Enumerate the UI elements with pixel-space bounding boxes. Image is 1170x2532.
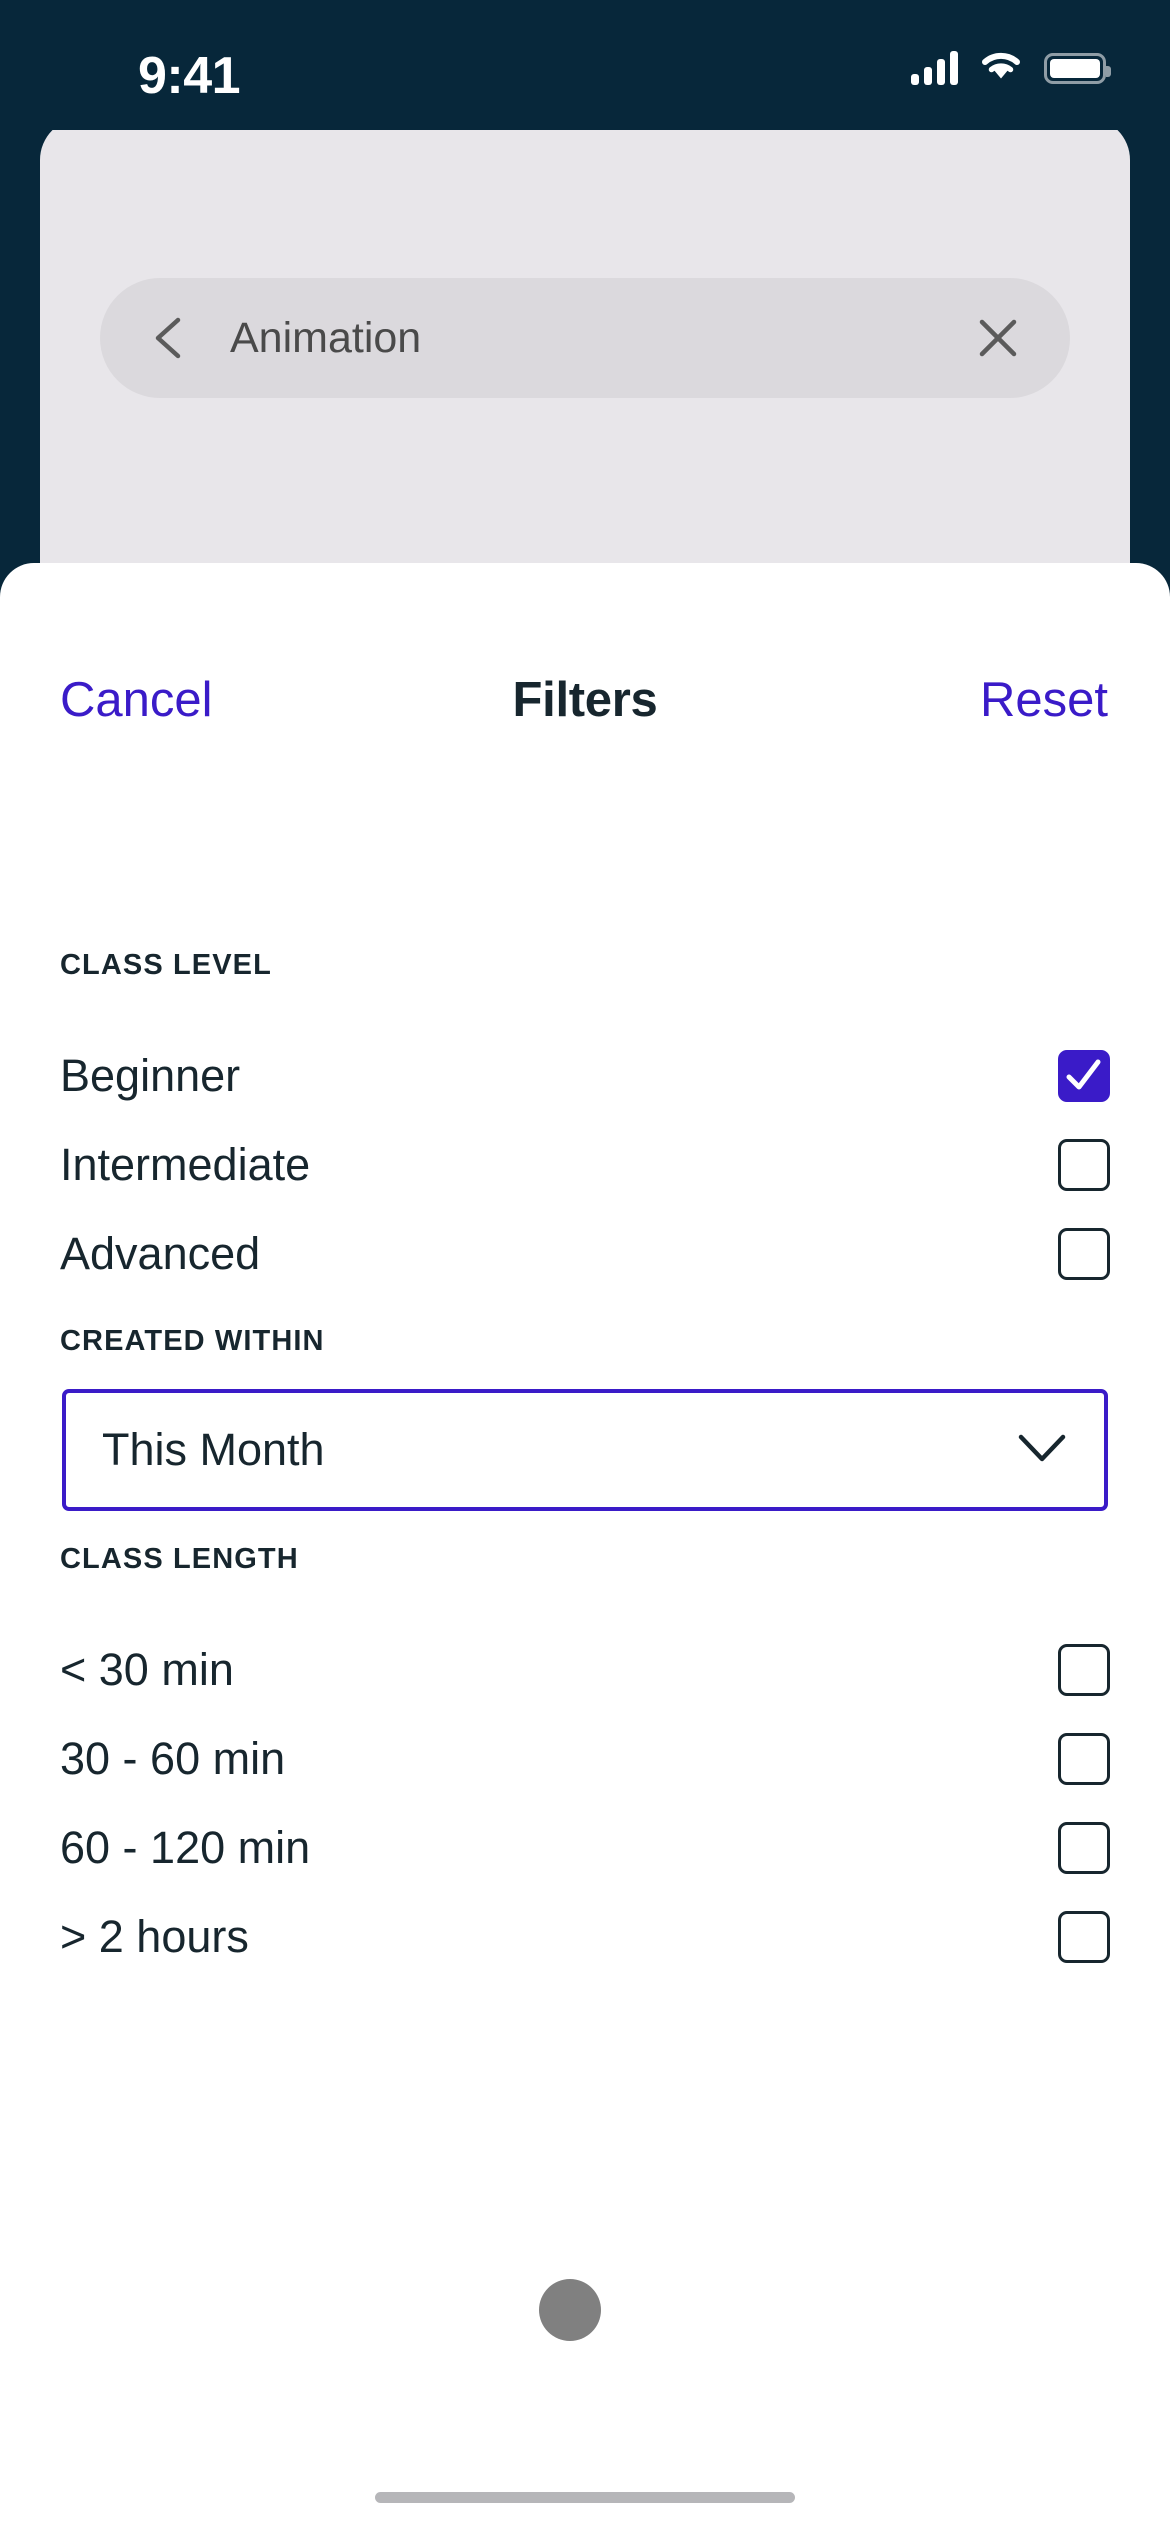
search-bar[interactable]: Animation <box>100 278 1070 398</box>
checkbox-30-60-min[interactable] <box>1058 1733 1110 1785</box>
sheet-header: Cancel Filters Reset <box>0 660 1170 740</box>
checkbox-beginner[interactable] <box>1058 1050 1110 1102</box>
filter-label: 30 - 60 min <box>60 1733 286 1784</box>
battery-icon <box>1044 52 1111 84</box>
filter-row-advanced[interactable]: Advanced <box>0 1211 1170 1297</box>
chevron-down-icon[interactable] <box>1016 1431 1068 1470</box>
cellular-signal-icon <box>911 51 958 85</box>
filter-label: Intermediate <box>60 1139 311 1190</box>
reset-button[interactable]: Reset <box>980 660 1108 740</box>
filter-row-beginner[interactable]: Beginner <box>0 1033 1170 1119</box>
wifi-icon <box>980 50 1022 86</box>
status-bar-icons <box>911 50 1111 86</box>
status-bar: 9:41 <box>0 0 1170 130</box>
filters-bottom-sheet: Cancel Filters Reset CLASS LEVEL Beginne… <box>0 563 1170 2532</box>
checkbox-60-120-min[interactable] <box>1058 1822 1110 1874</box>
search-input[interactable]: Animation <box>230 278 421 398</box>
checkbox-under-30-min[interactable] <box>1058 1644 1110 1696</box>
touch-indicator <box>539 2279 601 2341</box>
section-heading-class-length: CLASS LENGTH <box>60 1543 299 1575</box>
filter-row-under-30-min[interactable]: < 30 min <box>0 1627 1170 1713</box>
filter-label: Advanced <box>60 1228 261 1279</box>
filter-label: > 2 hours <box>60 1911 249 1962</box>
filter-row-over-2-hours[interactable]: > 2 hours <box>0 1894 1170 1980</box>
checkbox-intermediate[interactable] <box>1058 1139 1110 1191</box>
section-heading-created-within: CREATED WITHIN <box>60 1325 325 1357</box>
filter-label: < 30 min <box>60 1644 234 1695</box>
created-within-value: This Month <box>102 1424 325 1475</box>
section-heading-class-level: CLASS LEVEL <box>60 949 272 981</box>
checkbox-advanced[interactable] <box>1058 1228 1110 1280</box>
filter-label: 60 - 120 min <box>60 1822 311 1873</box>
status-time: 9:41 <box>138 47 241 105</box>
filter-row-60-120-min[interactable]: 60 - 120 min <box>0 1805 1170 1891</box>
filter-row-intermediate[interactable]: Intermediate <box>0 1122 1170 1208</box>
filter-label: Beginner <box>60 1050 241 1101</box>
close-icon[interactable] <box>974 314 1022 367</box>
checkbox-over-2-hours[interactable] <box>1058 1911 1110 1963</box>
chevron-left-icon[interactable] <box>148 314 188 367</box>
filter-row-30-60-min[interactable]: 30 - 60 min <box>0 1716 1170 1802</box>
created-within-dropdown[interactable]: This Month <box>62 1389 1108 1511</box>
home-indicator[interactable] <box>375 2492 795 2503</box>
